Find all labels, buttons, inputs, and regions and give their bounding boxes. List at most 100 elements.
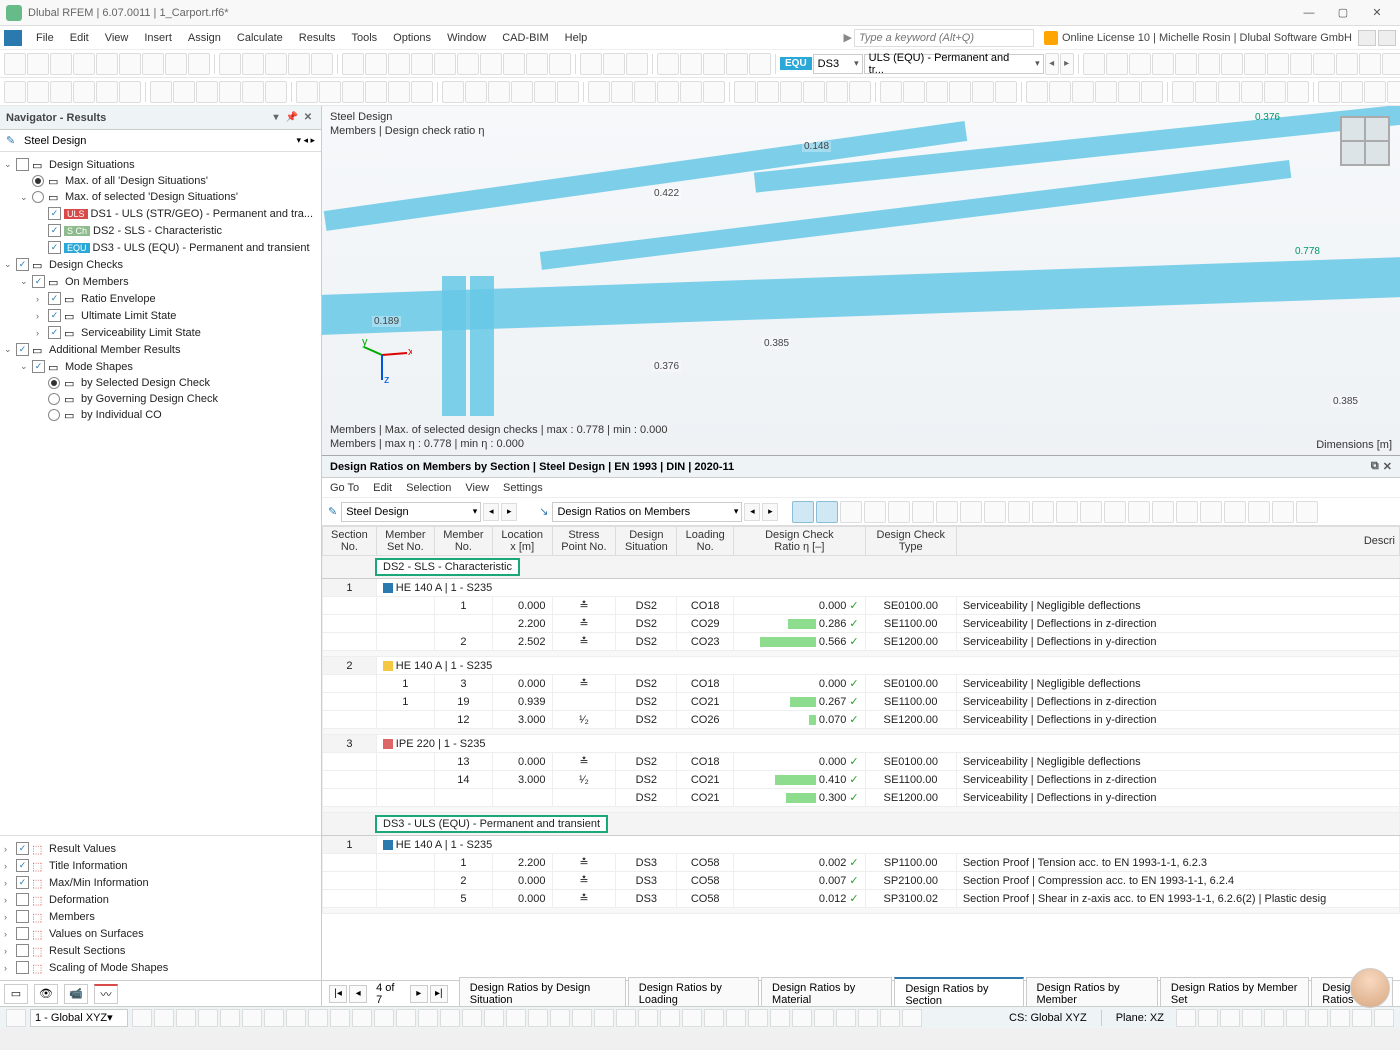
tree-item[interactable]: ⌄▭On Members [0, 273, 321, 290]
table-row[interactable]: 50.000≛DS3CO580.012✓SP3100.02Section Pro… [323, 890, 1400, 908]
viewport-3d[interactable]: Steel Design Members | Design check rati… [322, 106, 1400, 456]
toolbar-button[interactable] [1387, 81, 1400, 103]
tree-item[interactable]: ›▭Ultimate Limit State [0, 307, 321, 324]
col-header[interactable]: MemberNo. [434, 527, 492, 556]
toolbar-button[interactable] [288, 53, 310, 75]
toolbar-button[interactable] [1264, 81, 1286, 103]
tree-item[interactable]: ›▭Ratio Envelope [0, 290, 321, 307]
toolbar-button[interactable] [803, 81, 825, 103]
toolbar-button[interactable] [150, 81, 172, 103]
statusbar-icon[interactable] [726, 1009, 746, 1027]
close-button[interactable]: ✕ [1360, 2, 1394, 24]
statusbar-icon[interactable] [572, 1009, 592, 1027]
statusbar-icon[interactable] [330, 1009, 350, 1027]
nav-option[interactable]: ›⬚Title Information [0, 857, 321, 874]
statusbar-icon[interactable] [1242, 1009, 1262, 1027]
toolbar-button[interactable] [995, 81, 1017, 103]
minimize-button[interactable]: — [1292, 2, 1326, 24]
toolbar-button[interactable] [4, 81, 26, 103]
tool-icon[interactable] [816, 501, 838, 523]
toolbar-button[interactable] [1083, 53, 1105, 75]
toolbar-button[interactable] [465, 81, 487, 103]
search-input[interactable] [854, 29, 1034, 47]
results-tool-icon[interactable] [840, 501, 862, 523]
toolbar-button[interactable] [165, 53, 187, 75]
col-header[interactable]: StressPoint No. [552, 527, 616, 556]
toolbar-button[interactable] [219, 81, 241, 103]
ds-combo[interactable]: DS3 [813, 54, 863, 74]
toolbar-button[interactable] [1318, 81, 1340, 103]
toolbar-button[interactable] [365, 81, 387, 103]
toolbar-button[interactable] [1049, 81, 1071, 103]
toolbar-button[interactable] [549, 53, 571, 75]
results-table-wrap[interactable]: SectionNo.MemberSet No.MemberNo.Location… [322, 526, 1400, 980]
tree-item[interactable]: ⌄▭Design Checks [0, 256, 321, 273]
results-restore-icon[interactable]: ⧉ [1371, 460, 1379, 473]
menu-results[interactable]: Results [291, 29, 344, 47]
toolbar-button[interactable] [457, 53, 479, 75]
toolbar-button[interactable] [526, 53, 548, 75]
toolbar-button[interactable] [657, 81, 679, 103]
navigator-combo[interactable]: ✎Steel Design ▾ ◂ ▸ [0, 130, 321, 152]
menu-view[interactable]: View [97, 29, 137, 47]
tree-item[interactable]: ⌄▭Mode Shapes [0, 358, 321, 375]
toolbar-button[interactable] [1152, 53, 1174, 75]
statusbar-icon[interactable] [440, 1009, 460, 1027]
toolbar-button[interactable] [311, 53, 333, 75]
statusbar-icon[interactable] [308, 1009, 328, 1027]
menu-insert[interactable]: Insert [136, 29, 180, 47]
toolbar-button[interactable] [1095, 81, 1117, 103]
sb-coords-combo[interactable]: 1 - Global XYZ ▾ [30, 1009, 128, 1027]
toolbar-button[interactable] [680, 53, 702, 75]
col-header[interactable]: MemberSet No. [376, 527, 434, 556]
results-menu-edit[interactable]: Edit [373, 482, 392, 494]
statusbar-icon[interactable] [792, 1009, 812, 1027]
results-tool-icon[interactable] [1152, 501, 1174, 523]
statusbar-icon[interactable] [682, 1009, 702, 1027]
nav-option[interactable]: ›⬚Values on Surfaces [0, 925, 321, 942]
toolbar-button[interactable] [1221, 53, 1243, 75]
menu-assign[interactable]: Assign [180, 29, 229, 47]
col-header[interactable]: Design CheckRatio η [–] [734, 527, 866, 556]
statusbar-icon[interactable] [176, 1009, 196, 1027]
toolbar-button[interactable] [726, 53, 748, 75]
statusbar-icon[interactable] [396, 1009, 416, 1027]
nav-eye-icon[interactable]: 👁 [34, 984, 58, 1004]
toolbar-button[interactable] [196, 81, 218, 103]
toolbar-button[interactable] [242, 53, 264, 75]
nav-option[interactable]: ›⬚Result Values [0, 840, 321, 857]
section-header[interactable]: HE 140 A | 1 - S235 [376, 836, 1399, 854]
toolbar-button[interactable] [972, 81, 994, 103]
results-tool-icon[interactable] [1008, 501, 1030, 523]
toolbar-button[interactable] [1218, 81, 1240, 103]
nav-pin-icon[interactable]: 📌 [285, 111, 299, 125]
results-tool-icon[interactable] [888, 501, 910, 523]
toolbar-button[interactable] [265, 53, 287, 75]
toolbar-button[interactable] [880, 81, 902, 103]
col-header[interactable]: SectionNo. [323, 527, 377, 556]
toolbar-button[interactable] [173, 81, 195, 103]
file-icon[interactable] [4, 30, 22, 46]
col-header[interactable]: DesignSituation [616, 527, 677, 556]
toolbar-button[interactable] [1175, 53, 1197, 75]
results-module-combo[interactable]: Steel Design [341, 502, 481, 522]
statusbar-icon[interactable] [1286, 1009, 1306, 1027]
results-menu-selection[interactable]: Selection [406, 482, 451, 494]
toolbar-button[interactable] [1287, 81, 1309, 103]
toolbar-button[interactable] [50, 81, 72, 103]
toolbar-button[interactable] [1382, 53, 1400, 75]
results-next-type[interactable]: ▸ [762, 503, 778, 521]
lc-next[interactable]: ▸ [1060, 53, 1074, 75]
results-tool-icon[interactable] [1104, 501, 1126, 523]
col-header[interactable]: Design CheckType [865, 527, 956, 556]
results-tool-icon[interactable] [1056, 501, 1078, 523]
toolbar-button[interactable] [1106, 53, 1128, 75]
table-row[interactable]: 123.000¹⁄₂DS2CO26 0.070✓SE1200.00Service… [323, 711, 1400, 729]
results-tool-icon[interactable] [1272, 501, 1294, 523]
toolbar-button[interactable] [703, 53, 725, 75]
statusbar-icon[interactable] [1352, 1009, 1372, 1027]
toolbar-button[interactable] [388, 53, 410, 75]
nav-option[interactable]: ›⬚Max/Min Information [0, 874, 321, 891]
toolbar-button[interactable] [27, 53, 49, 75]
toolbar-button[interactable] [1290, 53, 1312, 75]
